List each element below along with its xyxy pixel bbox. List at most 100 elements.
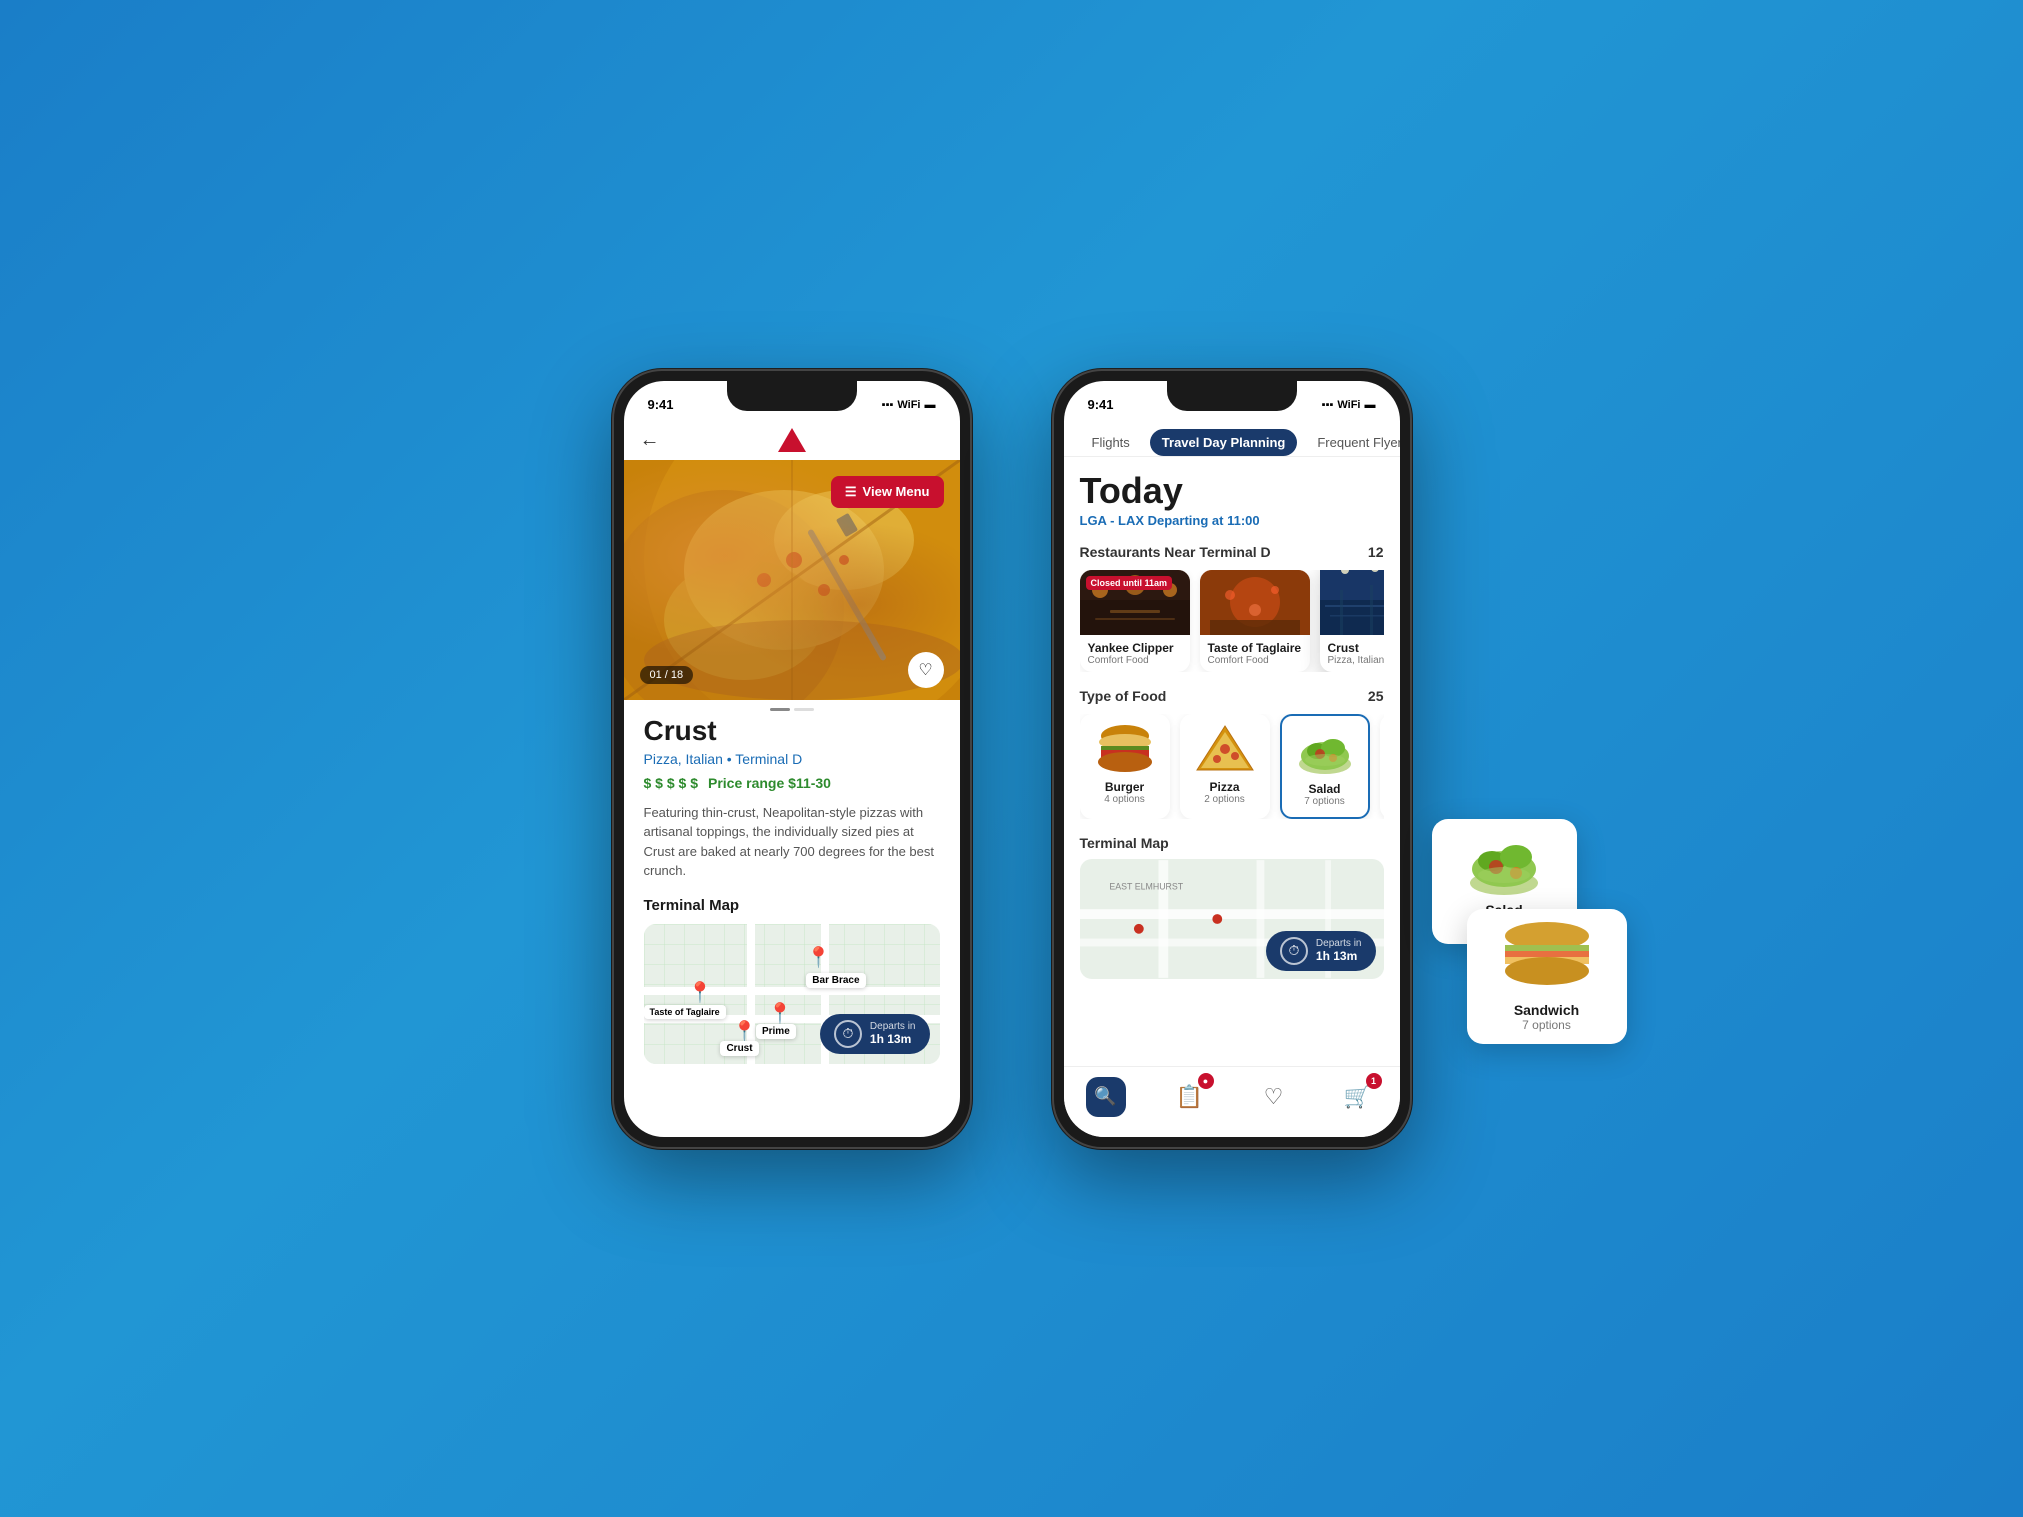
food-card-burger[interactable]: Burger 4 options (1080, 714, 1170, 819)
restaurant-category-1: Pizza, Italian • Terminal D (644, 751, 940, 767)
burger-name: Burger (1088, 780, 1162, 794)
floating-sandwich-card[interactable]: Sandwich 7 options (1467, 909, 1627, 1044)
delta-logo (778, 428, 806, 452)
restaurants-section-header: Restaurants Near Terminal D 12 (1080, 544, 1384, 560)
tab-frequent-flyer[interactable]: Frequent Flyer Sp... (1305, 429, 1399, 456)
clock-icon-2: ⏱ (1280, 937, 1308, 965)
restaurants-scroll: Closed until 11am (1080, 570, 1384, 672)
status-icons-2: ▪▪▪ WiFi ▬ (1322, 399, 1376, 411)
price-symbols: $ $ $ $ $ (644, 775, 699, 791)
tab-bar: Flights Travel Day Planning Frequent Fly… (1064, 421, 1400, 457)
restaurant-card-info-taglaire: Taste of Taglaire Comfort Food (1200, 635, 1310, 672)
status-time-1: 9:41 (648, 397, 674, 412)
delta-triangle-icon (778, 428, 806, 452)
main-scroll-content: Today LGA - LAX Departing at 11:00 Resta… (1064, 457, 1400, 979)
notch-2 (1167, 381, 1297, 411)
map-pin-taste: 📍 (688, 980, 713, 1005)
terminal-map-section-2: Terminal Map (1080, 835, 1384, 979)
clipboard-icon: 📋 (1176, 1084, 1203, 1110)
clock-icon-1: ⏱ (834, 1020, 862, 1048)
floating-sandwich-name: Sandwich (1479, 1002, 1615, 1018)
tab-flights[interactable]: Flights (1080, 429, 1142, 456)
departs-time-1: 1h 13m (870, 1032, 916, 1046)
cart-nav-icon[interactable]: 🛒 1 (1338, 1077, 1378, 1117)
phone-2-screen: 9:41 ▪▪▪ WiFi ▬ Flights Travel Day Plann… (1064, 381, 1400, 1137)
restaurant-type-taglaire: Comfort Food (1208, 655, 1302, 666)
map-pin-prime: 📍 (768, 1001, 793, 1026)
cart-icon: 🛒 (1344, 1084, 1371, 1110)
pizza-options: 2 options (1188, 794, 1262, 805)
search-nav-icon[interactable]: 🔍 (1086, 1077, 1126, 1117)
restaurant-name-taglaire: Taste of Taglaire (1208, 641, 1302, 655)
restaurant-name-crust-2: Crust (1328, 641, 1384, 655)
notch-1 (727, 381, 857, 411)
burger-options: 4 options (1088, 794, 1162, 805)
food-types-section-header: Type of Food 25 (1080, 688, 1384, 704)
bottom-nav: 🔍 📋 ● ♡ 🛒 1 (1064, 1066, 1400, 1137)
phones-container: 9:41 ▪▪▪ WiFi ▬ ← (612, 369, 1412, 1149)
restaurants-count: 12 (1368, 544, 1384, 560)
terminal-map-2[interactable]: EAST ELMHURST ⏱ Departs in 1h 13m (1080, 859, 1384, 979)
restaurants-near-label: Restaurants Near Terminal D (1080, 544, 1271, 560)
departs-badge-1: ⏱ Departs in 1h 13m (820, 1014, 930, 1054)
back-bar: ← (624, 421, 960, 460)
food-hero-image: ☰ View Menu 01 / 18 ♡ (624, 460, 960, 700)
back-button[interactable]: ← (640, 429, 660, 452)
price-row: $ $ $ $ $ Price range $11-30 (644, 775, 940, 791)
favorites-nav-icon[interactable]: ♡ (1254, 1077, 1294, 1117)
phone-1-screen: 9:41 ▪▪▪ WiFi ▬ ← (624, 381, 960, 1137)
restaurant-img-yankee: Closed until 11am (1080, 570, 1190, 635)
map-pin-bar: 📍 (806, 945, 831, 970)
flight-info: LGA - LAX Departing at 11:00 (1080, 513, 1384, 528)
today-title: Today (1080, 473, 1384, 509)
svg-text:EAST ELMHURST: EAST ELMHURST (1109, 881, 1183, 891)
food-card-salad[interactable]: Salad 7 options (1280, 714, 1370, 819)
price-range: Price range $11-30 (708, 775, 831, 791)
restaurant-type-crust-2: Pizza, Italian (1328, 655, 1384, 666)
menu-icon: ☰ (845, 484, 857, 500)
restaurant-name-1: Crust (644, 715, 940, 747)
floating-sandwich-options: 7 options (1479, 1018, 1615, 1032)
tab-travel-day[interactable]: Travel Day Planning (1150, 429, 1298, 456)
restaurant-card-crust[interactable]: Crust Pizza, Italian (1320, 570, 1384, 672)
favorite-button[interactable]: ♡ (908, 652, 944, 688)
scroll-dot-1 (770, 708, 790, 711)
restaurant-card-info-crust: Crust Pizza, Italian (1320, 635, 1384, 672)
salad-name: Salad (1290, 782, 1360, 796)
status-icons-1: ▪▪▪ WiFi ▬ (882, 399, 936, 411)
bar-brace-label: Bar Brace (806, 973, 865, 988)
pizza-name: Pizza (1188, 780, 1262, 794)
phone-1: 9:41 ▪▪▪ WiFi ▬ ← (612, 369, 972, 1149)
search-icon: 🔍 (1094, 1086, 1116, 1107)
restaurant-card-taglaire[interactable]: Taste of Taglaire Comfort Food (1200, 570, 1310, 672)
floating-sandwich-image (1497, 921, 1597, 996)
view-menu-button[interactable]: ☰ View Menu (831, 476, 944, 508)
food-card-pizza[interactable]: Pizza 2 options (1180, 714, 1270, 819)
restaurant-name-yankee: Yankee Clipper (1088, 641, 1182, 655)
map-pin-crust: 📍 (732, 1019, 757, 1044)
salad-options: 7 options (1290, 796, 1360, 807)
orders-nav-icon[interactable]: 📋 ● (1170, 1077, 1210, 1117)
food-type-count: 25 (1368, 688, 1384, 704)
status-time-2: 9:41 (1088, 397, 1114, 412)
closed-badge: Closed until 11am (1086, 576, 1173, 590)
food-types-scroll: Burger 4 options (1080, 714, 1384, 819)
scroll-indicator (624, 700, 960, 715)
restaurant-type-yankee: Comfort Food (1088, 655, 1182, 666)
pizza-image (1195, 724, 1255, 774)
scroll-dot-2 (794, 708, 814, 711)
restaurant-img-taglaire (1200, 570, 1310, 635)
cart-badge: 1 (1366, 1073, 1382, 1089)
restaurant-info: Crust Pizza, Italian • Terminal D $ $ $ … (624, 715, 960, 1080)
food-card-sandwich[interactable]: Sandwich 7 options (1380, 714, 1384, 819)
departs-badge-2: ⏱ Departs in 1h 13m (1266, 931, 1376, 971)
salad-image (1295, 726, 1355, 776)
phone-2: 9:41 ▪▪▪ WiFi ▬ Flights Travel Day Plann… (1052, 369, 1412, 1149)
restaurant-card-yankee[interactable]: Closed until 11am (1080, 570, 1190, 672)
burger-image (1095, 724, 1155, 774)
departs-time-2: 1h 13m (1316, 949, 1362, 963)
food-type-label: Type of Food (1080, 688, 1167, 704)
terminal-map-title: Terminal Map (644, 897, 940, 914)
orders-badge: ● (1198, 1073, 1214, 1089)
map-preview-1[interactable]: 📍 Bar Brace 📍 Taste of Taglaire 📍 Prime … (644, 924, 940, 1064)
